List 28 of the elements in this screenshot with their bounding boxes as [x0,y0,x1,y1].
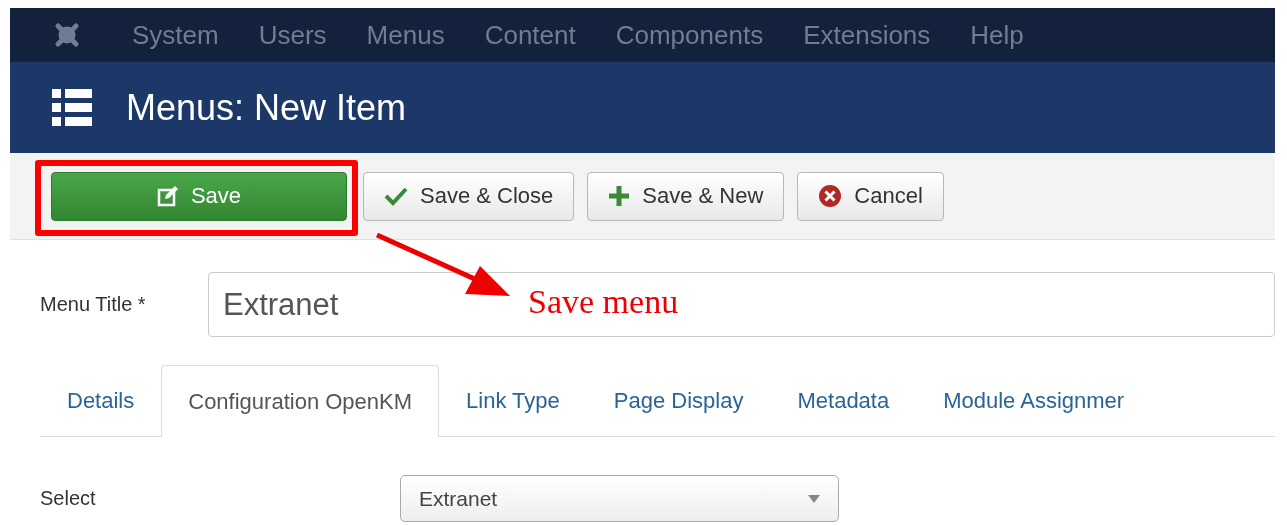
page-title: Menus: New Item [126,86,407,129]
menu-item[interactable]: Menus [346,8,465,62]
tab[interactable]: Page Display [586,365,771,436]
menu-item[interactable]: Components [595,8,784,62]
field-label: Select [40,487,97,510]
plus-icon [608,185,631,207]
tab[interactable]: Module Assignmer [916,365,1152,436]
tab[interactable]: Metadata [770,365,917,436]
cancel-button[interactable]: Cancel [797,171,944,221]
tab[interactable]: Details [40,365,162,436]
tab[interactable]: Configuration OpenKM [161,365,440,437]
save-button[interactable]: Save & Close [363,171,575,221]
tab[interactable]: Link Type [439,365,587,436]
menu-item[interactable]: Help [950,8,1044,62]
save-button[interactable]: Save & New [587,171,785,221]
menu-item[interactable]: System [112,8,239,62]
list-icon [52,88,92,127]
field-label: Menu Title * [40,293,147,316]
menu-item[interactable]: Users [238,8,347,62]
edit-icon [156,185,179,207]
cancel-icon [818,184,843,208]
select-dropdown[interactable]: Extranet [400,475,839,522]
checkmark-icon [384,186,408,206]
caret-icon [808,494,820,503]
menu-item[interactable]: Content [464,8,596,62]
menu-item[interactable]: Extensions [783,8,951,62]
annotation-text: Save menu [528,283,679,321]
save-button[interactable]: Save [51,171,347,221]
